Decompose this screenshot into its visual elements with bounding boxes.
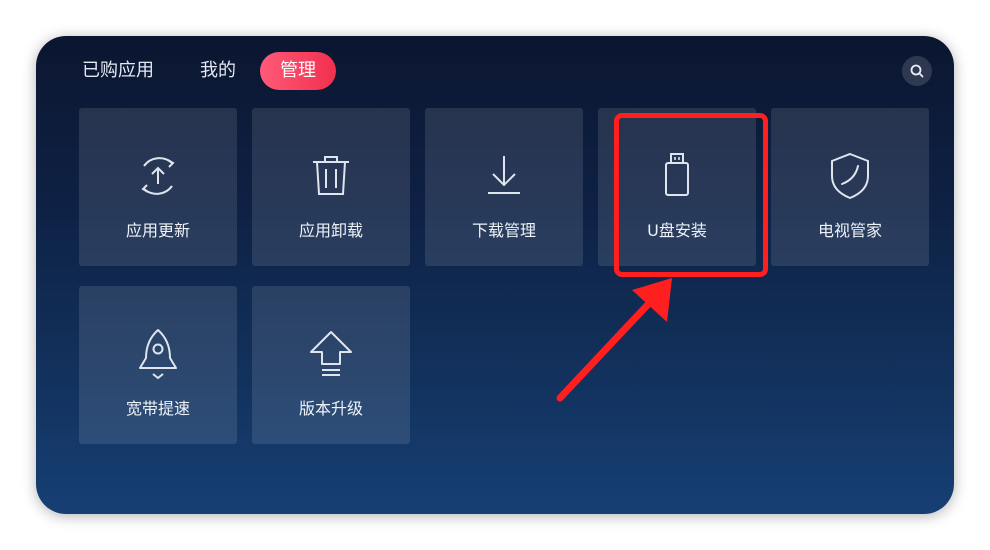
tv-screen: 已购应用 我的 管理 应用更新 应用卸载 下载管理 U盘安装 电视管家 宽带提速… bbox=[36, 36, 954, 514]
annotation-arrow bbox=[556, 278, 672, 402]
